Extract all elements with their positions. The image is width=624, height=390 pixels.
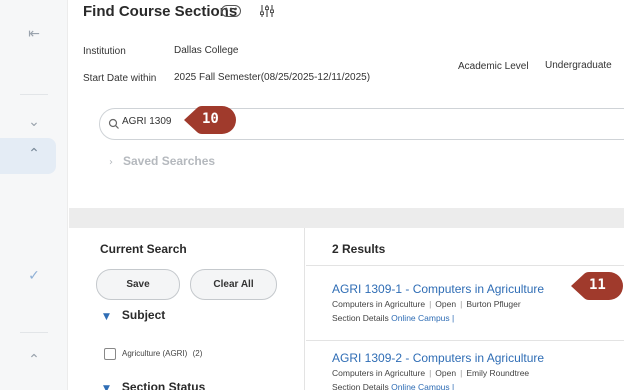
facet-section-status-label: Section Status <box>121 380 206 390</box>
search-icon <box>108 118 119 129</box>
saved-searches-label: Saved Searches <box>123 154 216 168</box>
result-details-label: Section Details <box>332 382 389 390</box>
clear-all-button[interactable]: Clear All <box>190 269 277 300</box>
result-details: Section Details Online Campus | <box>332 382 454 390</box>
rail-divider <box>20 332 48 333</box>
result-course: Computers in Agriculture <box>332 299 426 309</box>
result-instructor: Burton Pfluger <box>466 299 521 309</box>
sliders-icon[interactable] <box>259 3 275 19</box>
result-details: Section Details Online Campus | <box>332 313 454 323</box>
academic-level-value: Undergraduate <box>545 60 612 71</box>
check-icon[interactable]: ✓ <box>0 268 68 284</box>
start-date-label: Start Date within <box>83 73 157 84</box>
results-divider <box>306 265 624 266</box>
academic-level-label: Academic Level <box>458 61 529 72</box>
facet-subject[interactable]: ▼ Subject <box>103 308 165 322</box>
start-date-value: 2025 Fall Semester(08/25/2025-12/11/2025… <box>174 72 371 83</box>
result-instructor: Emily Roundtree <box>466 368 530 378</box>
left-rail: ⇤ ⌄ ⌃ ✓ ⌃ <box>0 0 68 390</box>
current-search-title: Current Search <box>100 242 187 256</box>
result-title-link[interactable]: AGRI 1309-2 - Computers in Agriculture <box>332 351 544 365</box>
facet-section-status[interactable]: ▼ Section Status <box>103 380 205 390</box>
search-field[interactable] <box>99 108 624 140</box>
collapse-left-icon[interactable]: ⇤ <box>0 26 68 42</box>
result-status: Open <box>435 368 457 378</box>
search-criteria-panel: Find Course Sections ••• Institution Dal… <box>69 0 624 208</box>
institution-label: Institution <box>83 46 126 57</box>
chevron-down-icon: ▼ <box>103 312 110 322</box>
section-divider-band <box>69 208 624 228</box>
result-course: Computers in Agriculture <box>332 368 426 378</box>
save-button[interactable]: Save <box>96 269 180 300</box>
ellipsis-icon[interactable]: ••• <box>221 5 241 17</box>
agriculture-checkbox[interactable] <box>104 348 116 360</box>
current-search-panel: Current Search Save Clear All ▼ Subject A… <box>69 228 305 390</box>
result-status: Open <box>435 299 457 309</box>
results-count: 2 Results <box>332 242 386 256</box>
step-callout-11: 11 <box>571 269 624 303</box>
results-divider <box>306 340 624 341</box>
chevron-up-icon[interactable]: ⌃ <box>0 146 68 162</box>
chevron-up-icon[interactable]: ⌃ <box>0 352 68 368</box>
result-meta: Computers in Agriculture | Open | Emily Roun… <box>332 368 530 378</box>
callout-number: 11 <box>589 277 606 293</box>
result-title-link[interactable]: AGRI 1309-1 - Computers in Agriculture <box>332 282 544 296</box>
rail-divider <box>20 94 48 95</box>
agriculture-option-count: (2) <box>192 349 203 358</box>
institution-value: Dallas College <box>174 45 239 56</box>
result-location-link[interactable]: Online Campus | <box>391 313 454 323</box>
result-location-link[interactable]: Online Campus | <box>391 382 454 390</box>
page-title: Find Course Sections <box>83 3 238 20</box>
facet-subject-label: Subject <box>121 308 166 322</box>
step-callout-10: 10 <box>184 103 238 137</box>
result-details-label: Section Details <box>332 313 389 323</box>
saved-searches-toggle[interactable]: › Saved Searches <box>109 154 215 168</box>
agriculture-option[interactable]: Agriculture (AGRI) (2) <box>122 349 202 358</box>
chevron-down-icon: ▼ <box>103 384 110 390</box>
agriculture-option-label: Agriculture (AGRI) <box>122 349 188 358</box>
chevron-down-icon[interactable]: ⌄ <box>0 114 68 130</box>
result-meta: Computers in Agriculture | Open | Burton Pfl… <box>332 299 521 309</box>
chevron-right-icon: › <box>109 157 113 168</box>
results-panel: 2 Results AGRI 1309-1 - Computers in Agr… <box>306 228 624 390</box>
callout-number: 10 <box>202 111 219 127</box>
